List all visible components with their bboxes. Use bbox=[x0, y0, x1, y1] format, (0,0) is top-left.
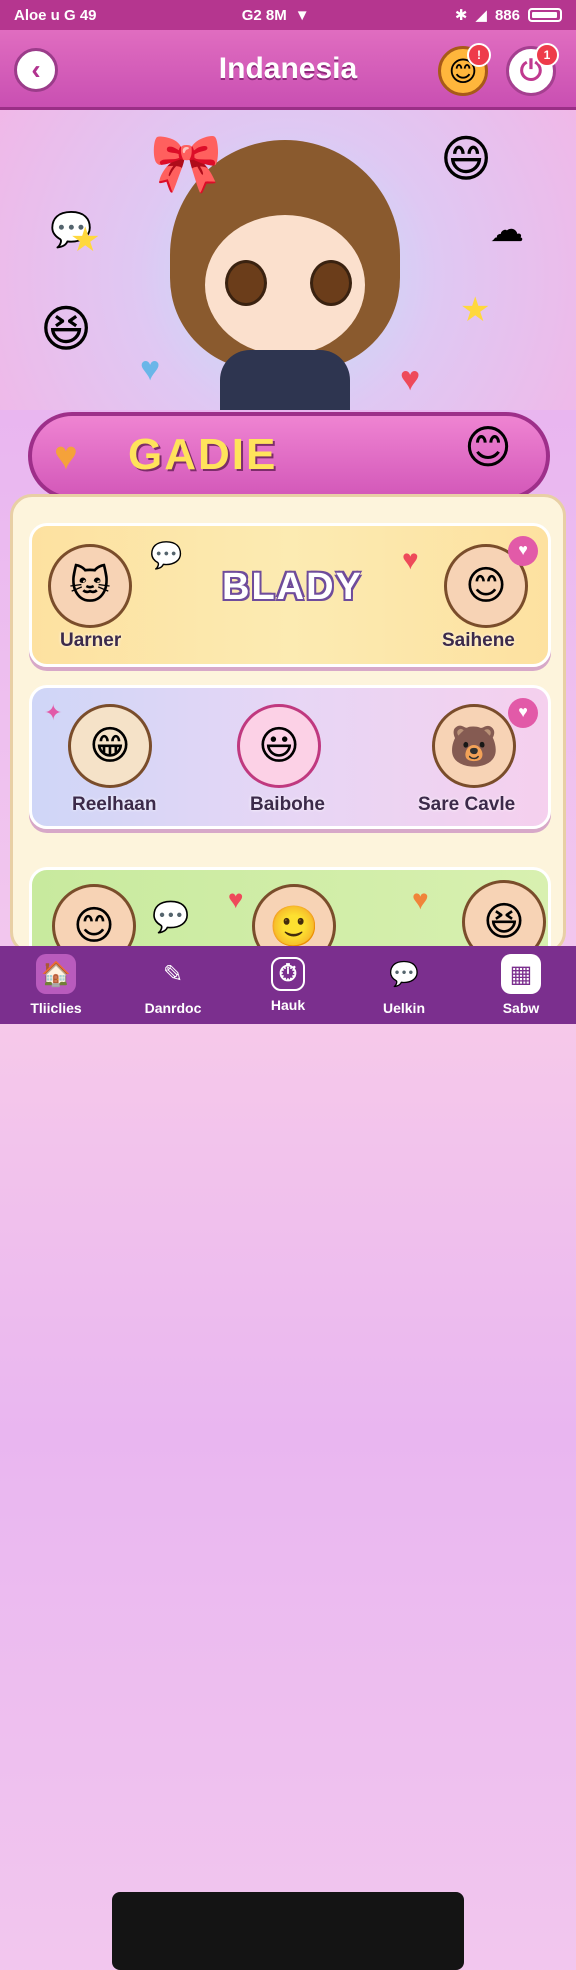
bottom-tab-bar: 🏠 Tliiclies ✎ Danrdoc ⏱ Hauk 💬 Uelkin ▦ … bbox=[0, 946, 576, 1970]
game-banner[interactable]: ♥ GADIE 😊 bbox=[28, 412, 550, 500]
status-center: G2 8M ▼ bbox=[241, 6, 310, 24]
character-card[interactable]: 😊 💬 ♥ 🙂 ♥ 😆 bbox=[29, 867, 551, 951]
hero-illustration: 💬 ★ 😄 ☁ ★ ♥ ♥ 😆 🎀 bbox=[0, 110, 576, 410]
star-icon: ✦ bbox=[44, 700, 63, 725]
heart-bubble-icon: 💬 bbox=[150, 540, 183, 570]
tab-pen[interactable]: ✎ Danrdoc bbox=[128, 946, 218, 1024]
tab-chat[interactable]: 💬 Uelkin bbox=[356, 946, 452, 1024]
character-name: Baibohe bbox=[250, 794, 325, 815]
notification-badge: ! bbox=[467, 43, 491, 67]
character-panel: 🐱 Uarner 💬 BLADY ♥ 😊 Saihene ♥ 😁 Reelhaa… bbox=[10, 494, 566, 954]
power-badge: 1 bbox=[535, 43, 559, 67]
power-button[interactable]: ⏻ 1 bbox=[506, 43, 559, 96]
avatar-character-2: 🙂 bbox=[252, 884, 336, 951]
pen-icon: ✎ bbox=[162, 960, 184, 988]
chat-icon: 💬 bbox=[389, 960, 419, 988]
character-name: Uarner bbox=[60, 630, 122, 651]
heart-bubble-icon: ♥ bbox=[412, 884, 429, 915]
tab-dark-group bbox=[112, 1892, 464, 1970]
smiley-bubble-icon: 😄 bbox=[440, 131, 493, 187]
tab-label: Danrdoc bbox=[144, 1000, 202, 1016]
status-left: Aloe u G 49 bbox=[14, 6, 97, 24]
character-name: Saihene bbox=[442, 630, 515, 651]
character-card[interactable]: 😁 Reelhaan ✦ 😃 Baibohe 🐻 Sare Cavle ♥ bbox=[29, 685, 551, 829]
tab-label: Tliiclies bbox=[30, 1000, 82, 1016]
tab-home[interactable]: 🏠 Tliiclies bbox=[10, 946, 102, 1024]
star-icon-2: ★ bbox=[460, 291, 491, 329]
heart-icon: ♥ bbox=[402, 544, 419, 575]
balloon-icon: 😊 bbox=[464, 421, 512, 473]
avatar-uarner: 🐱 bbox=[48, 544, 132, 628]
status-bar: Aloe u G 49 G2 8M ▼ ✱ ◢ 886 bbox=[0, 0, 576, 30]
smile-bubble-icon: 💬 bbox=[152, 901, 190, 934]
grid-icon: ▦ bbox=[501, 954, 541, 994]
character-name: Sare Cavle bbox=[418, 794, 516, 815]
heart-icon-orange: ♥ bbox=[54, 434, 78, 478]
bluetooth-icon: ✱ bbox=[454, 7, 468, 24]
heart-badge-icon: ♥ bbox=[508, 698, 538, 728]
avatar-sare-cavle: 🐻 bbox=[432, 704, 516, 788]
chibi-character: 🎀 bbox=[150, 130, 420, 410]
banner-title: GADIE bbox=[128, 430, 278, 479]
cloud-icon: ☁ bbox=[490, 211, 524, 249]
avatar-character-3: 😆 bbox=[462, 880, 546, 951]
star-icon: ★ bbox=[70, 221, 101, 259]
character-eye-left bbox=[225, 260, 267, 306]
ready-label: BLADY bbox=[222, 566, 363, 608]
header: ‹ Indanesia 😊 ! ⏻ 1 bbox=[0, 30, 576, 110]
emoji-button[interactable]: 😊 ! bbox=[438, 43, 491, 96]
wifi-icon: ◢ bbox=[475, 7, 487, 24]
character-name: Reelhaan bbox=[72, 794, 157, 815]
heart-badge-icon: ♥ bbox=[508, 536, 538, 566]
tab-grid[interactable]: ▦ Sabw bbox=[476, 946, 566, 1024]
tab-label: Sabw bbox=[502, 1000, 540, 1016]
tab-label: Hauk bbox=[270, 997, 306, 1013]
character-bow: 🎀 bbox=[150, 131, 223, 196]
signal-icon: ▼ bbox=[294, 6, 310, 24]
character-card[interactable]: 🐱 Uarner 💬 BLADY ♥ 😊 Saihene ♥ bbox=[29, 523, 551, 667]
heart-icon: ♥ bbox=[228, 884, 244, 914]
status-right: ✱ ◢ 886 bbox=[455, 6, 562, 24]
timer-icon: ⏱ bbox=[271, 957, 305, 991]
avatar-reelhaan: 😁 bbox=[68, 704, 152, 788]
laugh-bubble-icon: 😆 bbox=[40, 301, 93, 357]
battery-icon bbox=[528, 8, 562, 22]
avatar-character: 😊 bbox=[52, 884, 136, 951]
avatar-baibohe: 😃 bbox=[237, 704, 321, 788]
home-icon: 🏠 bbox=[36, 954, 76, 994]
tab-timer[interactable]: ⏱ Hauk bbox=[244, 946, 332, 1024]
character-body bbox=[220, 350, 350, 410]
tab-label: Uelkin bbox=[382, 1000, 425, 1016]
character-eye-right bbox=[310, 260, 352, 306]
